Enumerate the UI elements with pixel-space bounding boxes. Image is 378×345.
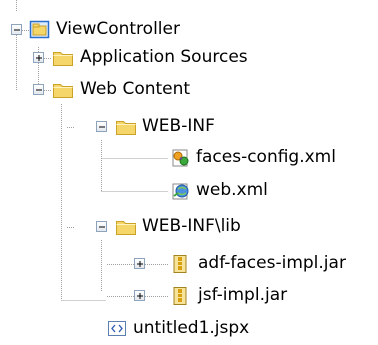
tree-node-faces-config[interactable]: faces-config.xml [0,144,378,172]
project-tree: ViewController Application Sources Web C… [0,0,378,345]
tree-node-label: ViewController [56,19,180,39]
minus-icon [99,126,105,128]
tree-node-untitled1[interactable]: untitled1.jspx [0,315,378,343]
jar-icon [170,254,192,274]
minus-icon [14,29,20,31]
tree-node-web-inf-lib[interactable]: WEB-INF\lib [0,213,378,241]
web-xml-icon [170,181,192,201]
tree-node-label: Application Sources [80,47,248,67]
tree-node-label: web.xml [196,180,268,200]
tree-node-web-content[interactable]: Web Content [0,76,378,104]
collapse-toggle[interactable] [96,221,107,232]
expand-toggle[interactable] [134,258,145,269]
tree-node-jsf-impl[interactable]: jsf-impl.jar [0,282,378,310]
tree-node-web-inf[interactable]: WEB-INF [0,113,378,141]
jspx-icon [106,319,128,339]
minus-icon [99,226,105,228]
tree-node-label: faces-config.xml [196,147,336,167]
tree-node-viewcontroller[interactable]: ViewController [0,16,378,44]
jar-icon [170,286,192,306]
expand-toggle[interactable] [33,52,44,63]
plus-icon [36,55,42,61]
tree-node-label: Web Content [80,79,191,99]
tree-node-adf-faces-impl[interactable]: adf-faces-impl.jar [0,250,378,278]
collapse-toggle[interactable] [96,121,107,132]
tree-node-label: WEB-INF [142,116,215,136]
tree-node-label: WEB-INF\lib [142,216,241,236]
plus-icon [137,261,143,267]
expand-toggle[interactable] [134,290,145,301]
collapse-toggle[interactable] [33,84,44,95]
folder-icon [115,117,137,137]
folder-icon [115,217,137,237]
collapse-toggle[interactable] [11,24,22,35]
plus-icon [137,293,143,299]
tree-node-label: untitled1.jspx [133,318,250,338]
folder-icon [52,80,74,100]
tree-node-label: adf-faces-impl.jar [198,253,346,273]
project-icon [29,20,51,40]
minus-icon [36,89,42,91]
faces-config-icon [170,148,192,168]
tree-node-label: jsf-impl.jar [198,285,288,305]
folder-icon [52,48,74,68]
tree-node-application-sources[interactable]: Application Sources [0,44,378,72]
tree-node-web-xml[interactable]: web.xml [0,177,378,205]
